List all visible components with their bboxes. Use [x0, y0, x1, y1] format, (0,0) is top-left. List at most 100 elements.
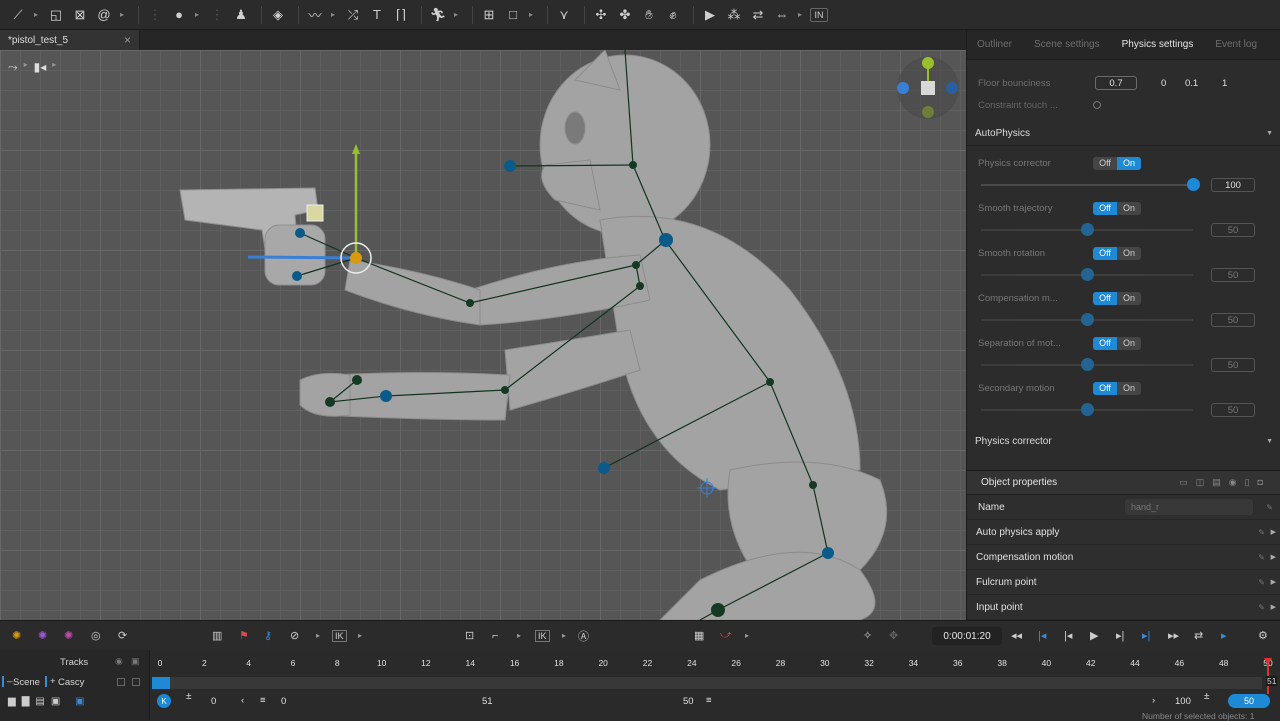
- zoom-value[interactable]: 100: [1175, 696, 1191, 707]
- footprint-icon[interactable]: ⁂: [724, 5, 744, 25]
- off-on-toggle[interactable]: Off On: [1093, 156, 1141, 170]
- floor-bounciness-input[interactable]: 0.7: [1095, 76, 1137, 90]
- start-value[interactable]: 0: [211, 696, 216, 707]
- off-on-toggle[interactable]: Off On: [1093, 336, 1141, 350]
- fast-forward-icon[interactable]: ▸▸: [1168, 629, 1179, 642]
- slider-value-input[interactable]: 50: [1211, 223, 1255, 237]
- hand-icon[interactable]: ✋︎: [639, 5, 659, 25]
- slider-value-input[interactable]: 50: [1211, 268, 1255, 282]
- run-icon[interactable]: 🏃︎: [428, 5, 448, 25]
- flower-icon[interactable]: ✺: [64, 629, 73, 642]
- time-display[interactable]: 0:00:01:20: [932, 627, 1002, 645]
- off-on-toggle[interactable]: Off On: [1093, 291, 1141, 305]
- chevron-right-icon[interactable]: ▶: [1271, 553, 1276, 561]
- align-icon[interactable]: ⇔: [772, 5, 792, 25]
- range-end-value[interactable]: 50: [683, 696, 694, 707]
- book-icon[interactable]: ▥: [212, 629, 222, 642]
- slider-track[interactable]: [981, 403, 1193, 416]
- slider-knob[interactable]: [1081, 223, 1094, 236]
- joint-knee[interactable]: [822, 547, 834, 559]
- play-motion-icon[interactable]: ▶: [700, 5, 720, 25]
- gizmo-plane-handle[interactable]: [306, 204, 324, 222]
- toggle-off[interactable]: Off: [1093, 156, 1117, 170]
- joint-spine[interactable]: [766, 378, 774, 386]
- grid-snap-icon[interactable]: ◱: [46, 5, 66, 25]
- toggle-on[interactable]: On: [1117, 291, 1141, 305]
- fit-icon[interactable]: ⊡: [465, 629, 474, 642]
- current-value[interactable]: 0: [281, 696, 286, 707]
- caret-icon[interactable]: ▸: [517, 631, 521, 640]
- tab-physics-settings[interactable]: Physics settings: [1122, 39, 1194, 50]
- document-tab[interactable]: *pistol_test_5 ×: [0, 30, 140, 50]
- joint-finger[interactable]: [295, 228, 305, 238]
- slider-knob[interactable]: [1187, 178, 1200, 191]
- list-icon[interactable]: ≡: [706, 695, 712, 706]
- close-icon[interactable]: ×: [124, 33, 131, 47]
- key-icon[interactable]: ⚷: [264, 629, 272, 642]
- 3d-viewport[interactable]: ⤳ ▸ ▮◂ ▸: [0, 50, 966, 620]
- swap-icon[interactable]: ⇄: [748, 5, 768, 25]
- shuffle-icon[interactable]: ⤮: [343, 5, 363, 25]
- selected-joint-hand-r[interactable]: [350, 252, 362, 264]
- ban-icon[interactable]: ⊘: [290, 629, 299, 642]
- off-on-toggle[interactable]: Off On: [1093, 246, 1141, 260]
- ik-button-2[interactable]: IK: [535, 629, 550, 642]
- floor-bounciness-max[interactable]: 1: [1222, 78, 1227, 89]
- hand-alt-icon[interactable]: ✊︎: [663, 5, 683, 25]
- plus-minus-icon[interactable]: ±: [1204, 691, 1210, 702]
- caret-icon[interactable]: ▸: [452, 10, 460, 19]
- next-frame-icon[interactable]: ▸|: [1116, 629, 1124, 642]
- mirror-icon[interactable]: ⋎: [554, 5, 574, 25]
- skeleton-icon[interactable]: ✤: [615, 5, 635, 25]
- expand-icon[interactable]: +: [45, 676, 56, 687]
- name-input[interactable]: hand_r: [1125, 499, 1253, 515]
- caret-icon[interactable]: ▸: [358, 631, 362, 640]
- camera-icon[interactable]: ▮◂: [34, 60, 47, 75]
- bones-icon[interactable]: ✣: [591, 5, 611, 25]
- joint-elbow-left[interactable]: [501, 386, 509, 394]
- chevron-left-icon[interactable]: ‹: [241, 695, 244, 706]
- slider-track[interactable]: [981, 313, 1193, 326]
- range-value[interactable]: 51: [482, 696, 493, 707]
- joint-hip[interactable]: [598, 462, 610, 474]
- in-button[interactable]: IN: [810, 7, 828, 22]
- checkbox-icon[interactable]: [132, 678, 140, 686]
- toggle-off[interactable]: Off: [1093, 246, 1117, 260]
- slider-knob[interactable]: [1081, 268, 1094, 281]
- timeline-ruler[interactable]: 0 2 4 6 8 10 12 14 16 18 20 22 24 26 28 30 32 34 36 38 40 42 4…: [150, 658, 1280, 674]
- caret-icon[interactable]: ▸: [118, 10, 126, 19]
- object-property-row[interactable]: Fulcrum point ✎ ▶: [967, 570, 1280, 595]
- flag-icon[interactable]: ⚑: [239, 629, 249, 642]
- caret-icon[interactable]: ▸: [24, 60, 28, 75]
- scene-track[interactable]: – Scene + Cascy: [0, 675, 150, 691]
- joint-wrist-left[interactable]: [380, 390, 392, 402]
- dim-tool-icon[interactable]: ⋮: [145, 5, 165, 25]
- path-icon[interactable]: ⤳: [8, 60, 18, 75]
- eye-icon[interactable]: ◉: [115, 656, 123, 667]
- rect-select-icon[interactable]: □: [503, 5, 523, 25]
- go-end-icon[interactable]: ▸|: [1142, 629, 1150, 642]
- caret-icon[interactable]: ▸: [745, 631, 749, 640]
- prev-frame-icon[interactable]: |◂: [1064, 629, 1072, 642]
- bracket-icon[interactable]: ⌈⌉: [391, 5, 411, 25]
- chevron-right-icon[interactable]: ▶: [1271, 603, 1276, 611]
- timeline-range-start[interactable]: [152, 677, 170, 689]
- scene-render[interactable]: [0, 50, 966, 620]
- caret-icon[interactable]: ▸: [796, 10, 804, 19]
- object-property-row[interactable]: Input point ✎ ▶: [967, 595, 1280, 620]
- slider-knob[interactable]: [1081, 403, 1094, 416]
- fps-badge[interactable]: 50: [1228, 694, 1270, 708]
- pin-icon[interactable]: ✎: [1258, 603, 1265, 612]
- joint-chest[interactable]: [632, 261, 640, 269]
- toggle-on[interactable]: On: [1117, 246, 1141, 260]
- joint-shoulder[interactable]: [659, 233, 673, 247]
- caret-icon[interactable]: ▸: [562, 631, 566, 640]
- play-icon[interactable]: ▶: [1090, 629, 1098, 642]
- toggle-off[interactable]: Off: [1093, 381, 1117, 395]
- slider-track[interactable]: [981, 268, 1193, 281]
- autophysics-header[interactable]: AutoPhysics ▼: [967, 122, 1280, 146]
- joint-pelvis[interactable]: [809, 481, 817, 489]
- joint-finger[interactable]: [292, 271, 302, 281]
- joint-foot[interactable]: [711, 603, 725, 617]
- step-icon[interactable]: ⌐: [492, 630, 498, 642]
